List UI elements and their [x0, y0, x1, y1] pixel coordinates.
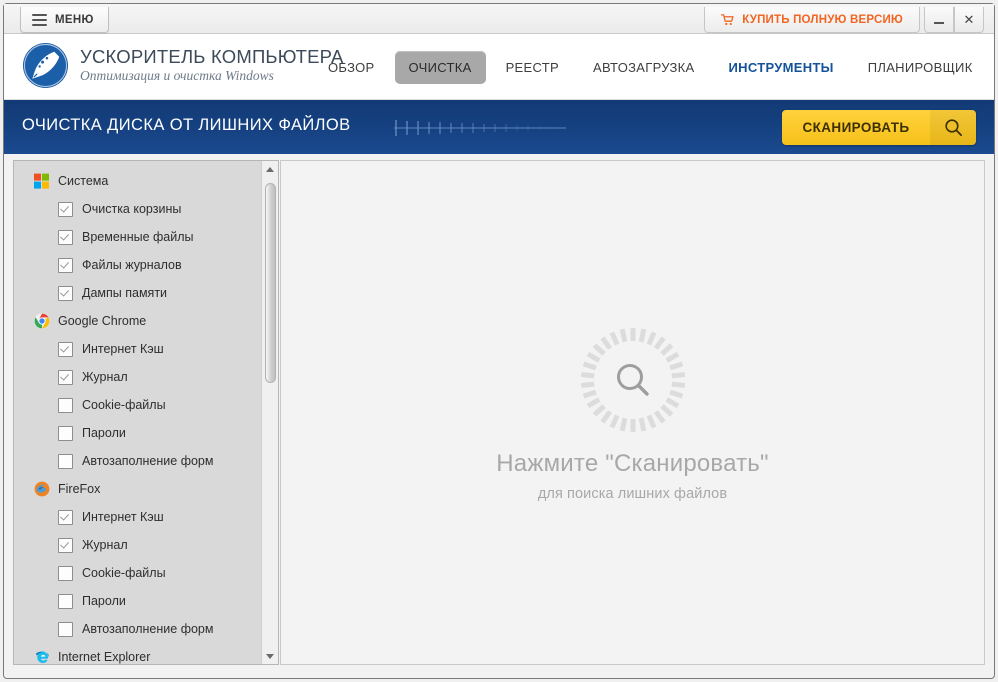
tree-item-firefox-cache[interactable]: Интернет Кэш	[14, 503, 263, 531]
scan-button[interactable]: СКАНИРОВАТЬ	[782, 110, 976, 145]
tree-group-label: Internet Explorer	[58, 650, 150, 664]
checkbox[interactable]	[58, 566, 73, 581]
brand-tagline: Оптимизация и очистка Windows	[80, 68, 344, 84]
nav-tab-overview[interactable]: ОБЗОР	[314, 51, 389, 84]
tree-item-memory-dumps[interactable]: Дампы памяти	[14, 279, 263, 307]
checkbox[interactable]	[58, 594, 73, 609]
empty-state: Нажмите "Сканировать" для поиска лишних …	[281, 324, 984, 502]
title-bar: МЕНЮ КУПИТЬ ПОЛНУЮ ВЕРСИЮ ✕	[4, 4, 994, 34]
internet-explorer-logo-icon	[34, 649, 50, 665]
tree-group-firefox[interactable]: FireFox	[14, 475, 263, 503]
banner-title: ОЧИСТКА ДИСКА ОТ ЛИШНИХ ФАЙЛОВ	[22, 116, 351, 135]
empty-state-title: Нажмите "Сканировать"	[281, 450, 984, 478]
tree-item-label: Пароли	[82, 594, 126, 608]
buy-full-version-button[interactable]: КУПИТЬ ПОЛНУЮ ВЕРСИЮ	[704, 7, 920, 33]
checkbox[interactable]	[58, 454, 73, 469]
tree-item-chrome-cookies[interactable]: Cookie-файлы	[14, 391, 263, 419]
nav-tab-scheduler[interactable]: ПЛАНИРОВЩИК	[854, 51, 987, 84]
search-ring-icon	[281, 324, 984, 436]
section-banner: ОЧИСТКА ДИСКА ОТ ЛИШНИХ ФАЙЛОВ	[4, 100, 994, 154]
tree-group-internet-explorer[interactable]: Internet Explorer	[14, 643, 263, 665]
checkbox[interactable]	[58, 510, 73, 525]
tree-item-label: Журнал	[82, 370, 128, 384]
firefox-logo-icon	[34, 481, 50, 497]
tree-item-label: Дампы памяти	[82, 286, 167, 300]
tree-item-temp-files[interactable]: Временные файлы	[14, 223, 263, 251]
tree-item-firefox-passwords[interactable]: Пароли	[14, 587, 263, 615]
rocket-logo-icon	[22, 42, 69, 89]
tree-group-label: Google Chrome	[58, 314, 146, 328]
scan-button-label: СКАНИРОВАТЬ	[782, 120, 930, 135]
triangle-down-icon	[266, 654, 274, 659]
category-tree: Система Очистка корзины Временные файлы …	[14, 161, 263, 665]
minimize-icon	[934, 22, 944, 24]
tree-item-label: Интернет Кэш	[82, 510, 164, 524]
tree-item-firefox-cookies[interactable]: Cookie-файлы	[14, 559, 263, 587]
checkbox[interactable]	[58, 202, 73, 217]
tree-item-label: Временные файлы	[82, 230, 194, 244]
checkbox[interactable]	[58, 342, 73, 357]
checkbox[interactable]	[58, 426, 73, 441]
checkbox[interactable]	[58, 258, 73, 273]
tree-item-label: Журнал	[82, 538, 128, 552]
brand-title: УСКОРИТЕЛЬ КОМПЬЮТЕРА	[80, 47, 344, 66]
tree-item-chrome-history[interactable]: Журнал	[14, 363, 263, 391]
tree-item-label: Файлы журналов	[82, 258, 182, 272]
tree-item-label: Cookie-файлы	[82, 398, 166, 412]
windows-logo-icon	[34, 173, 50, 189]
tree-group-google-chrome[interactable]: Google Chrome	[14, 307, 263, 335]
nav-tab-cleanup[interactable]: ОЧИСТКА	[395, 51, 486, 84]
tree-group-label: Система	[58, 174, 108, 188]
minimize-button[interactable]	[924, 7, 954, 33]
tree-item-firefox-autofill[interactable]: Автозаполнение форм	[14, 615, 263, 643]
checkbox[interactable]	[58, 286, 73, 301]
scroll-up-button[interactable]	[262, 161, 278, 177]
tree-item-firefox-history[interactable]: Журнал	[14, 531, 263, 559]
results-panel: Нажмите "Сканировать" для поиска лишних …	[280, 160, 985, 665]
tree-item-label: Cookie-файлы	[82, 566, 166, 580]
menu-button[interactable]: МЕНЮ	[20, 7, 109, 33]
nav-tab-registry[interactable]: РЕЕСТР	[492, 51, 573, 84]
checkbox[interactable]	[58, 622, 73, 637]
close-icon: ✕	[964, 12, 975, 28]
app-header: УСКОРИТЕЛЬ КОМПЬЮТЕРА Оптимизация и очис…	[4, 34, 994, 100]
content-area: Система Очистка корзины Временные файлы …	[4, 154, 994, 675]
nav-tab-tools[interactable]: ИНСТРУМЕНТЫ	[715, 51, 848, 84]
tree-item-log-files[interactable]: Файлы журналов	[14, 251, 263, 279]
main-navigation: ОБЗОР ОЧИСТКА РЕЕСТР АВТОЗАГРУЗКА ИНСТРУ…	[314, 34, 993, 100]
scroll-down-button[interactable]	[262, 648, 278, 664]
tree-group-label: FireFox	[58, 482, 100, 496]
tree-item-chrome-passwords[interactable]: Пароли	[14, 419, 263, 447]
tree-item-label: Пароли	[82, 426, 126, 440]
tree-group-system[interactable]: Система	[14, 167, 263, 195]
tree-item-label: Автозаполнение форм	[82, 454, 213, 468]
checkbox[interactable]	[58, 398, 73, 413]
menu-button-label: МЕНЮ	[55, 14, 94, 26]
checkbox[interactable]	[58, 370, 73, 385]
cleanup-categories-panel: Система Очистка корзины Временные файлы …	[13, 160, 279, 665]
checkbox[interactable]	[58, 230, 73, 245]
scrollbar-thumb[interactable]	[265, 183, 276, 383]
brand-logo-block: УСКОРИТЕЛЬ КОМПЬЮТЕРА Оптимизация и очис…	[22, 42, 344, 89]
chrome-logo-icon	[34, 313, 50, 329]
tree-item-label: Очистка корзины	[82, 202, 181, 216]
checkbox[interactable]	[58, 538, 73, 553]
triangle-up-icon	[266, 167, 274, 172]
tree-item-recycle-bin[interactable]: Очистка корзины	[14, 195, 263, 223]
buy-button-label: КУПИТЬ ПОЛНУЮ ВЕРСИЮ	[742, 14, 903, 26]
tree-item-label: Автозаполнение форм	[82, 622, 213, 636]
tree-item-chrome-autofill[interactable]: Автозаполнение форм	[14, 447, 263, 475]
sidebar-scrollbar[interactable]	[261, 161, 278, 664]
tree-item-label: Интернет Кэш	[82, 342, 164, 356]
shopping-cart-icon	[721, 14, 735, 26]
application-window: МЕНЮ КУПИТЬ ПОЛНУЮ ВЕРСИЮ ✕	[0, 0, 998, 682]
close-button[interactable]: ✕	[954, 7, 984, 33]
hamburger-icon	[32, 11, 47, 29]
empty-state-subtitle: для поиска лишних файлов	[281, 486, 984, 502]
nav-tab-startup[interactable]: АВТОЗАГРУЗКА	[579, 51, 709, 84]
tree-item-chrome-cache[interactable]: Интернет Кэш	[14, 335, 263, 363]
search-icon	[930, 110, 976, 145]
